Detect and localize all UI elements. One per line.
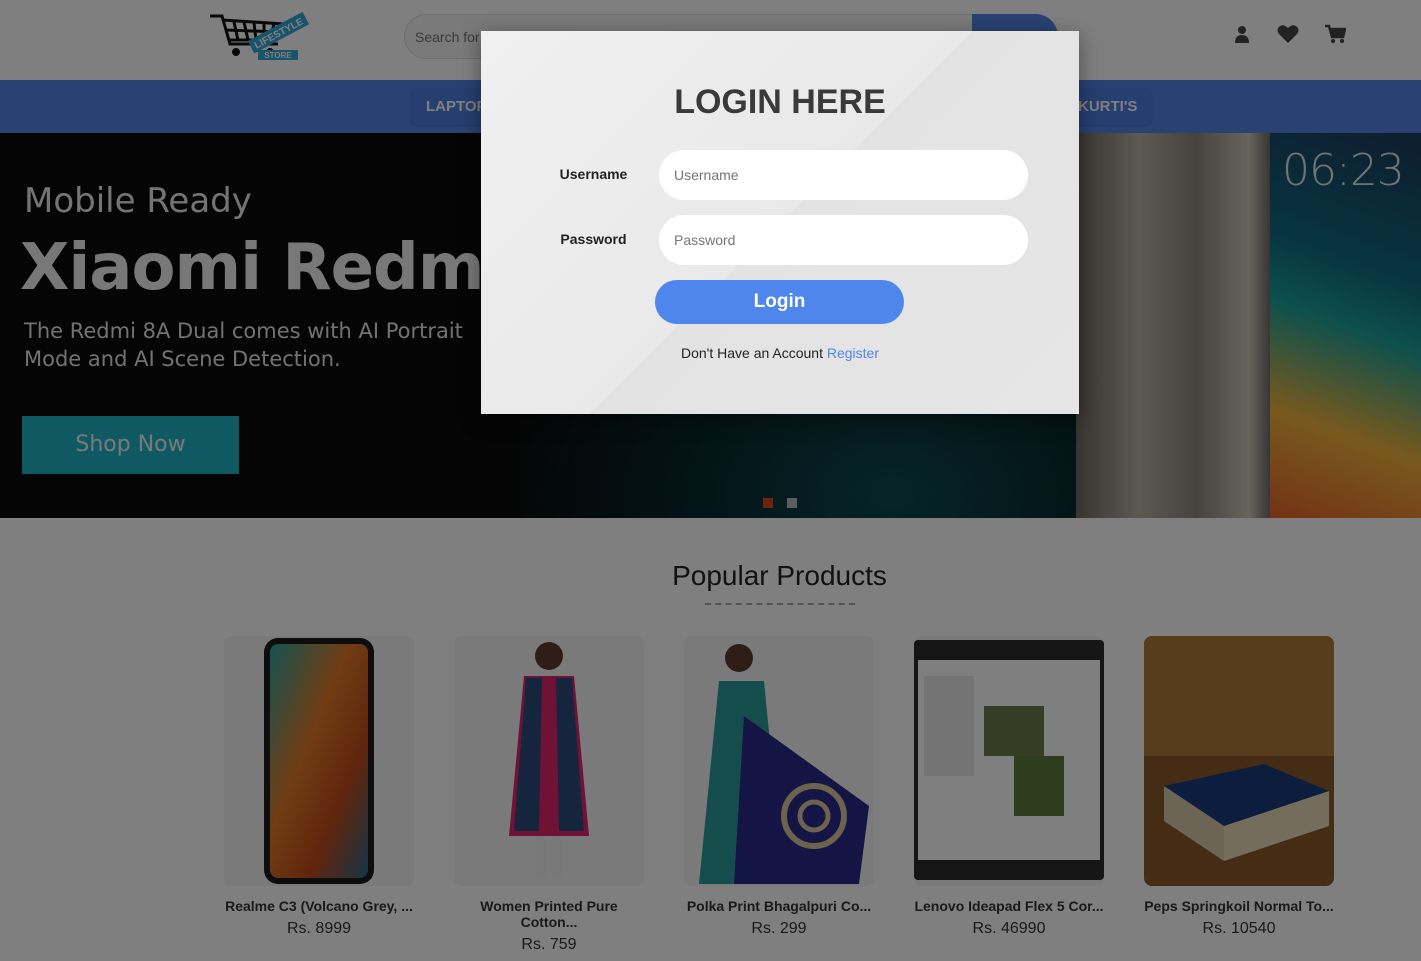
register-link[interactable]: Register	[827, 345, 879, 361]
password-label: Password	[560, 231, 627, 247]
register-prompt-text: Don't Have an Account	[680, 345, 827, 361]
username-input[interactable]	[659, 150, 1028, 200]
register-prompt: Don't Have an Account Register	[481, 345, 1079, 361]
login-button[interactable]: Login	[655, 280, 904, 324]
password-input[interactable]	[659, 215, 1028, 265]
login-title: LOGIN HERE	[674, 83, 886, 121]
username-label: Username	[559, 166, 628, 182]
login-modal: LOGIN HERE Username Password Login Don't…	[481, 31, 1079, 414]
